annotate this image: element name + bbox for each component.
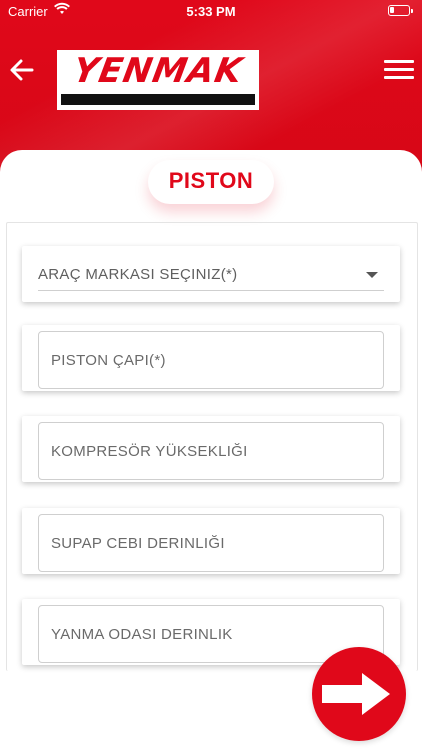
compression-height-field[interactable]: KOMPRESÖR YÜKSEKLIĞI	[38, 422, 384, 480]
valve-pocket-depth-field[interactable]: SUPAP CEBI DERINLIĞI	[38, 514, 384, 572]
hamburger-menu-icon	[384, 60, 414, 79]
piston-diameter-card: PISTON ÇAPI(*)	[22, 325, 400, 391]
arrow-left-icon	[10, 59, 34, 81]
arrow-right-icon	[322, 673, 390, 715]
back-button[interactable]	[6, 54, 38, 86]
battery-icon	[388, 5, 413, 16]
brand-logo-text: YENMAK	[70, 51, 246, 91]
status-bar: Carrier 5:33 PM	[0, 0, 422, 22]
next-button[interactable]	[312, 647, 406, 741]
dropdown-caret-icon	[366, 272, 378, 278]
compression-height-card: KOMPRESÖR YÜKSEKLIĞI	[22, 416, 400, 482]
vehicle-brand-select[interactable]: ARAÇ MARKASI SEÇINIZ(*)	[22, 246, 400, 302]
clock: 5:33 PM	[186, 4, 236, 19]
vehicle-brand-select-label: ARAÇ MARKASI SEÇINIZ(*)	[38, 266, 238, 283]
piston-diameter-field[interactable]: PISTON ÇAPI(*)	[38, 331, 384, 389]
menu-button[interactable]	[384, 56, 414, 84]
valve-pocket-depth-card: SUPAP CEBI DERINLIĞI	[22, 508, 400, 574]
page-title: PISTON	[168, 168, 254, 193]
brand-logo: YENMAK	[57, 50, 259, 110]
